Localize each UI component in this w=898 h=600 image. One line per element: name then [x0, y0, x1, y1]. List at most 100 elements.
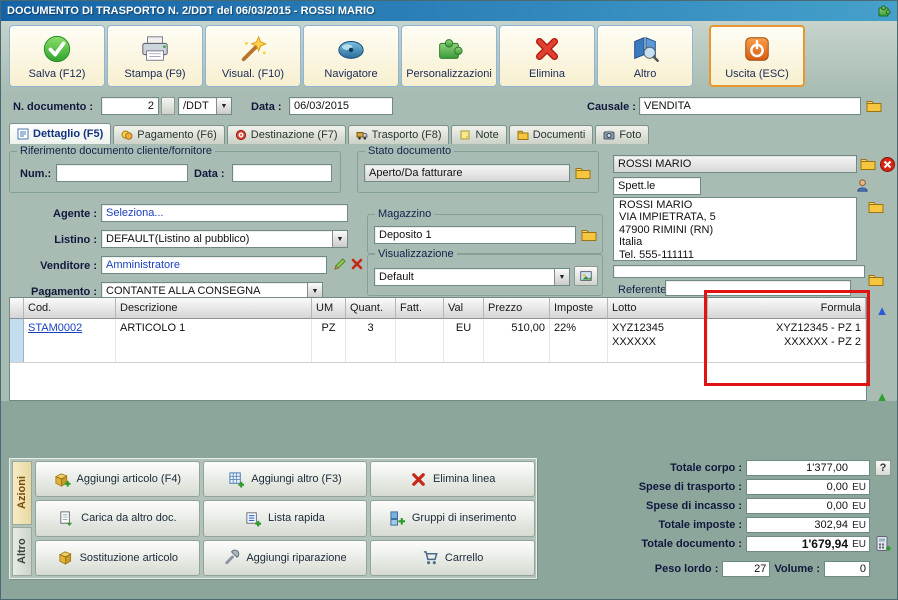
calculator-button[interactable]	[873, 535, 893, 553]
grid-header-row: Cod. Descrizione UM Quant. Fatt. Val Pre…	[10, 298, 866, 319]
navigator-icon	[336, 32, 366, 66]
grid-header-cod[interactable]: Cod.	[24, 298, 116, 319]
contact-person-button[interactable]	[853, 177, 871, 193]
wrench-icon	[225, 549, 240, 565]
chevron-down-icon: ▼	[332, 231, 347, 247]
scroll-top-button[interactable]: ▲	[873, 301, 891, 319]
grid-header-imposte[interactable]: Imposte	[550, 298, 608, 319]
camera-icon	[603, 130, 615, 140]
tab-dettaglio[interactable]: Dettaglio (F5)	[9, 123, 112, 144]
spese-trasporto-field[interactable]: 0,00 EU	[746, 479, 870, 495]
tab-pagamento[interactable]: Pagamento (F6)	[113, 125, 225, 144]
stato-folder-button[interactable]	[574, 165, 592, 181]
lotto-line: XXXXXX	[612, 336, 657, 348]
salva-button[interactable]: Salva (F12)	[9, 25, 105, 87]
grid-header-descrizione[interactable]: Descrizione	[116, 298, 312, 319]
group-plus-icon	[390, 511, 405, 526]
grid-header-fatt[interactable]: Fatt.	[396, 298, 444, 319]
action-button-label: Carrello	[444, 551, 484, 564]
totale-documento-field[interactable]: 1'679,94 EU	[746, 536, 870, 552]
uscita-button[interactable]: Uscita (ESC)	[709, 25, 805, 87]
referente-field[interactable]	[665, 280, 851, 296]
cell-fatt	[396, 319, 444, 362]
visual-button[interactable]: Visual. (F10)	[205, 25, 301, 87]
sostituzione-articolo-button[interactable]: Sostituzione articolo	[35, 539, 200, 576]
elimina-linea-button[interactable]: Elimina linea	[370, 461, 535, 498]
action-button-label: Gruppi di inserimento	[411, 512, 517, 525]
rif-data-field[interactable]	[232, 164, 332, 182]
visualizzazione-dropdown[interactable]: Default ▼	[374, 268, 570, 286]
carrello-button[interactable]: Carrello	[370, 539, 535, 576]
navigatore-button[interactable]: Navigatore	[303, 25, 399, 87]
totale-corpo-value: 1'377,00	[806, 462, 848, 474]
data-field[interactable]: 06/03/2015	[289, 97, 393, 115]
tab-destinazione[interactable]: Destinazione (F7)	[226, 125, 346, 144]
referente-folder-button[interactable]	[867, 272, 885, 288]
venditore-clear-button[interactable]	[348, 256, 366, 272]
grid-header-selector	[10, 298, 24, 319]
cliente-folder-button[interactable]	[859, 156, 877, 172]
doc-type-dropdown[interactable]: /DDT ▼	[178, 97, 232, 115]
salutation-field[interactable]: Spett.le	[613, 177, 701, 195]
article-code-link[interactable]: STAM0002	[28, 322, 82, 334]
row-selector[interactable]	[10, 319, 24, 362]
toolbar-button-label: Personalizzazioni	[406, 68, 492, 80]
aggiungi-riparazione-button[interactable]: Aggiungi riparazione	[202, 539, 368, 576]
causale-folder-button[interactable]	[865, 98, 883, 114]
tab-documenti[interactable]: Documenti	[508, 125, 594, 144]
grid-header-lotto[interactable]: Lotto	[608, 298, 708, 319]
totale-documento-value: 1'679,94	[801, 537, 848, 551]
peso-lordo-field[interactable]: 27	[722, 561, 771, 577]
tab-foto[interactable]: Foto	[595, 125, 650, 144]
lista-rapida-button[interactable]: Lista rapida	[202, 500, 368, 537]
elimina-button[interactable]: Elimina	[499, 25, 595, 87]
grid-header-formula[interactable]: Formula	[708, 298, 866, 319]
totale-imposte-field[interactable]: 302,94 EU	[746, 517, 870, 533]
visualizzazione-value: Default	[379, 271, 414, 283]
agente-field[interactable]: Seleziona...	[101, 204, 348, 222]
totale-documento-label: Totale documento :	[641, 538, 742, 550]
tab-trasporto[interactable]: Trasporto (F8)	[347, 125, 450, 144]
venditore-field[interactable]: Amministratore	[101, 256, 327, 274]
actions-tab-altro[interactable]: Altro	[12, 527, 32, 576]
totale-corpo-field[interactable]: 1'377,00	[746, 460, 870, 476]
table-row[interactable]: STAM0002 ARTICOLO 1 PZ 3 EU 510,00 22% X…	[10, 319, 866, 363]
customer-extra-field[interactable]	[613, 265, 865, 278]
address-folder-button[interactable]	[867, 199, 885, 215]
listino-dropdown[interactable]: DEFAULT(Listino al pubblico) ▼	[101, 230, 348, 248]
n-documento-spin-button[interactable]	[161, 97, 175, 115]
gruppi-di-inserimento-button[interactable]: Gruppi di inserimento	[370, 500, 535, 537]
visualizzazione-layout-button[interactable]	[574, 266, 598, 286]
titlebar-puzzle-icon[interactable]	[877, 4, 891, 18]
magazzino-field[interactable]: Deposito 1	[374, 226, 576, 244]
tab-note[interactable]: Note	[451, 125, 507, 144]
actions-tab-azioni[interactable]: Azioni	[12, 461, 32, 525]
spese-trasporto-value: 0,00	[826, 481, 848, 493]
grid-header-val[interactable]: Val	[444, 298, 484, 319]
note-icon	[460, 130, 470, 140]
cliente-address-box[interactable]: ROSSI MARIO VIA IMPIETRATA, 5 47900 RIMI…	[613, 197, 857, 261]
aggiungi-altro-button[interactable]: Aggiungi altro (F3)	[202, 461, 368, 498]
carica-da-altro-doc-button[interactable]: Carica da altro doc.	[35, 500, 200, 537]
spese-incasso-label: Spese di incasso :	[646, 500, 742, 512]
rif-num-field[interactable]	[56, 164, 188, 182]
magazzino-folder-button[interactable]	[580, 227, 598, 243]
spese-incasso-field[interactable]: 0,00 EU	[746, 498, 870, 514]
grid-header-quant[interactable]: Quant.	[346, 298, 396, 319]
volume-field[interactable]: 0	[824, 561, 870, 577]
cliente-remove-button[interactable]	[878, 156, 896, 172]
toolbar-button-label: Uscita (ESC)	[725, 68, 789, 80]
venditore-value: Amministratore	[106, 259, 180, 271]
causale-field[interactable]: VENDITA	[639, 97, 861, 115]
stampa-button[interactable]: Stampa (F9)	[107, 25, 203, 87]
personalizzazioni-button[interactable]: Personalizzazioni	[401, 25, 497, 87]
cell-formula: XYZ12345 - PZ 1 XXXXXX - PZ 2	[708, 319, 866, 362]
altro-button[interactable]: Altro	[597, 25, 693, 87]
help-button[interactable]: ?	[875, 460, 891, 476]
n-documento-field[interactable]: 2	[101, 97, 159, 115]
aggiungi-articolo-button[interactable]: Aggiungi articolo (F4)	[35, 461, 200, 498]
grid-header-um[interactable]: UM	[312, 298, 346, 319]
grid-header-prezzo[interactable]: Prezzo	[484, 298, 550, 319]
action-button-label: Carica da altro doc.	[81, 512, 177, 525]
venditore-edit-button[interactable]	[331, 256, 349, 272]
